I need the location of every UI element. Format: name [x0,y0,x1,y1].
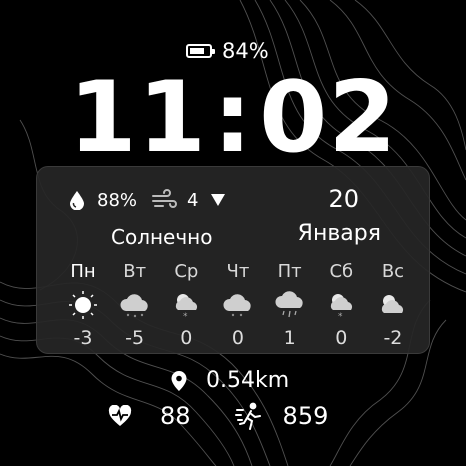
clock-time: 11:02 [0,64,466,172]
sunny-icon [63,285,103,325]
forecast-day: Чт 0 [218,259,258,351]
distance-readout: 0.54km [170,368,289,393]
steps-icon [234,402,261,430]
clock-minutes: 02 [259,61,398,175]
snow-rain-icon [270,285,310,325]
forecast-temp: 0 [180,327,193,349]
heart-rate-value: 88 [160,402,191,430]
cloudy-icon [115,285,155,325]
battery-percent: 84% [222,39,269,63]
forecast-temp: 0 [231,327,245,349]
weather-panel[interactable]: 88% 4 20 Января Солнечно Пн -3 Вт -5 Ср … [36,166,430,354]
forecast-day: Сб * 0 [321,259,361,351]
weather-condition: Солнечно [111,225,213,249]
steps-value: 859 [282,402,329,430]
cloudy-icon [218,285,258,325]
partly-cloudy-snow-icon: * [321,285,361,325]
forecast-day: Пн -3 [63,259,103,351]
forecast-day-name: Вс [381,261,405,282]
partly-cloudy-snow-icon: * [166,285,206,325]
forecast-day-name: Чт [226,261,250,282]
distance-value: 0.54km [206,368,290,393]
svg-text:*: * [183,312,188,320]
forecast-day: Вт -5 [115,259,155,351]
forecast-temp: -3 [73,327,93,349]
forecast-day-name: Сб [329,261,354,282]
weather-stats-row: 88% 4 [69,189,226,211]
wind-icon [152,189,177,208]
heart-rate-icon [108,405,132,426]
battery-icon [186,44,215,58]
clock-hours: 11 [68,61,207,175]
health-stats: 88 859 [108,402,328,430]
triangle-down-icon [211,194,226,206]
date-month: Января [297,221,381,246]
forecast-day: Ср * 0 [166,259,206,351]
location-pin-icon [171,370,187,391]
forecast-day-name: Вт [123,261,147,282]
forecast-temp: -2 [383,327,403,349]
forecast-temp: -5 [125,327,145,349]
date-day: 20 [328,185,359,213]
forecast-day-name: Ср [174,261,199,282]
svg-text:*: * [338,312,343,320]
forecast-day-name: Пн [70,261,96,282]
humidity-value: 88% [97,189,138,211]
forecast-temp: 1 [283,327,296,349]
water-drop-icon [70,191,84,210]
forecast-temp: 0 [335,327,348,349]
forecast-day: Пт 1 [270,259,310,351]
forecast-day-name: Пт [277,261,302,282]
forecast-row: Пн -3 Вт -5 Ср * 0 Чт 0 Пт 1 Сб * 0 Вс -… [63,259,413,351]
clock-separator: : [212,61,254,175]
watch-face: 84% 11:02 88% 4 20 Января Солнечно Пн -3… [0,0,466,466]
wind-speed: 4 [187,189,199,211]
forecast-day: Вс -2 [373,259,413,351]
partly-cloudy-icon [373,285,413,325]
battery-fill [190,48,205,54]
